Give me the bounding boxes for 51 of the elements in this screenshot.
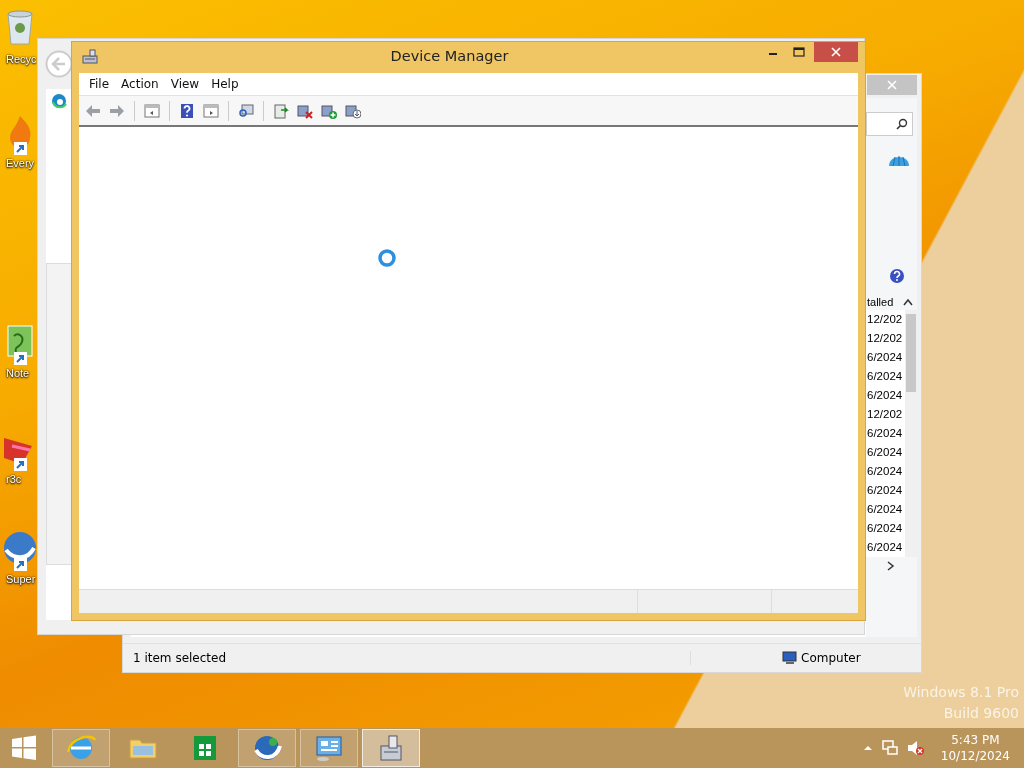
- table-cell-text: 6/2024: [867, 369, 904, 384]
- table-cell-text: 12/202: [867, 407, 904, 422]
- table-cell-text: 6/2024: [867, 540, 904, 555]
- clock[interactable]: 5:43 PM 10/12/2024: [938, 732, 1012, 764]
- clock-date: 10/12/2024: [939, 748, 1011, 764]
- icon-label[interactable]: Every: [6, 156, 35, 170]
- browser-tab[interactable]: [46, 89, 72, 113]
- help-icon[interactable]: [889, 268, 905, 284]
- browser-icon: [51, 93, 67, 109]
- icon-label[interactable]: Super: [6, 572, 36, 586]
- table-cell-text: 6/2024: [867, 426, 904, 441]
- search-field[interactable]: [866, 112, 913, 136]
- watermark-text: Build 9600: [943, 705, 1019, 721]
- icon-label[interactable]: Recyc: [6, 52, 37, 66]
- close-icon: [831, 47, 841, 57]
- maximize-icon: [793, 47, 805, 57]
- status-text: 1 item selected: [133, 651, 228, 665]
- show-hidden-icons-icon[interactable]: [862, 744, 873, 752]
- table-cell-text: 12/202: [867, 331, 904, 346]
- scroll-right-icon[interactable]: [887, 561, 895, 571]
- taskbar-button[interactable]: [362, 729, 420, 767]
- scrollbar[interactable]: [905, 310, 917, 557]
- table-cell-text: 6/2024: [867, 388, 904, 403]
- close-icon: [887, 80, 897, 90]
- scroll-up-icon[interactable]: [903, 298, 913, 306]
- icon-label[interactable]: Note: [6, 366, 30, 380]
- table-cell-text: 6/2024: [867, 502, 904, 517]
- icon-label[interactable]: r3c: [6, 472, 22, 486]
- menu-item[interactable]: Action: [115, 77, 165, 91]
- table-cell-text: 6/2024: [867, 483, 904, 498]
- computer-icon: [781, 651, 797, 665]
- column-header[interactable]: talled: [866, 296, 894, 308]
- table-cell-text: 6/2024: [867, 445, 904, 460]
- menu-item[interactable]: View: [164, 77, 206, 91]
- watermark-text: Windows 8.1 Pro: [903, 684, 1019, 700]
- device-manager-icon[interactable]: [81, 48, 99, 64]
- speaker-muted-icon[interactable]: [906, 740, 925, 756]
- menu-item[interactable]: File: [83, 77, 116, 91]
- table-cell-text: 6/2024: [867, 350, 904, 365]
- menu-item[interactable]: Help: [205, 77, 245, 91]
- table-cell-text: 6/2024: [867, 464, 904, 479]
- table-cell-text: 6/2024: [867, 521, 904, 536]
- table-cell-text: 12/202: [867, 312, 904, 327]
- search-icon: [896, 118, 908, 130]
- windows-logo-icon: [11, 735, 37, 761]
- status-location: Computer: [801, 651, 861, 665]
- window-title: Device Manager: [389, 47, 510, 64]
- network-icon[interactable]: [880, 740, 899, 756]
- clock-time: 5:43 PM: [950, 732, 1001, 748]
- taskbar-button[interactable]: [238, 729, 296, 767]
- taskbar-button[interactable]: [300, 729, 358, 767]
